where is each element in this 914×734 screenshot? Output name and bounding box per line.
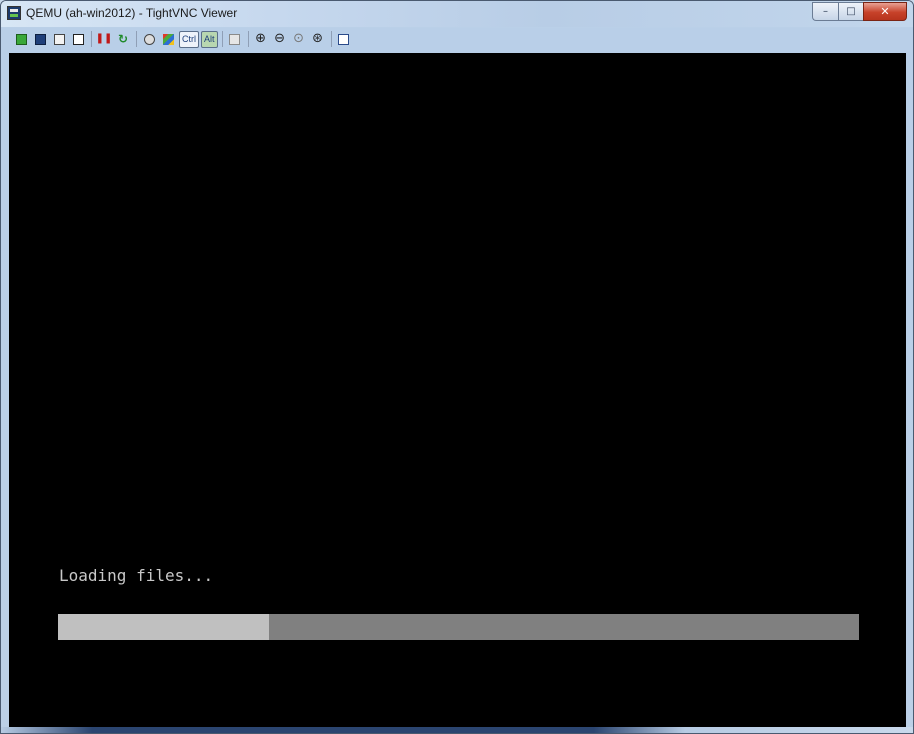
remote-desktop-screen[interactable]: Loading files...	[9, 53, 906, 729]
toolbar-separator	[247, 31, 249, 47]
pause-icon[interactable]: ❚❚	[96, 31, 113, 47]
loading-progress-bar	[58, 614, 859, 640]
zoom-in-icon[interactable]: ⊕	[253, 31, 269, 47]
toolbar-separator	[330, 31, 332, 47]
refresh-icon[interactable]: ↻	[115, 31, 131, 47]
zoom-out-icon[interactable]: ⊖	[272, 31, 288, 47]
alt-key-button[interactable]: Alt	[201, 30, 218, 48]
window-bottom-edge	[1, 727, 913, 733]
title-bar[interactable]: QEMU (ah-win2012) - TightVNC Viewer – □ …	[1, 1, 913, 27]
vnc-viewer-window: QEMU (ah-win2012) - TightVNC Viewer – □ …	[0, 0, 914, 734]
maximize-icon: □	[846, 6, 856, 17]
new-connection-icon[interactable]	[13, 31, 29, 47]
loading-progress-fill	[58, 614, 269, 640]
maximize-button[interactable]: □	[838, 2, 863, 21]
save-icon[interactable]	[32, 31, 48, 47]
close-button[interactable]: ✕	[863, 2, 907, 21]
transfer-files-icon[interactable]	[227, 31, 243, 47]
close-icon: ✕	[880, 5, 890, 18]
loading-status-text: Loading files...	[59, 566, 214, 585]
caption-buttons: – □ ✕	[812, 2, 907, 21]
win-key-icon[interactable]	[160, 31, 176, 47]
fullscreen-icon[interactable]	[336, 31, 352, 47]
toolbar-separator	[136, 31, 137, 47]
toolbar: ❚❚ ↻ Ctrl Alt ⊕ ⊖ ⊙ ⊛	[5, 28, 909, 50]
ctrl-key-button[interactable]: Ctrl	[179, 30, 199, 48]
minimize-button[interactable]: –	[812, 2, 838, 21]
options-icon[interactable]	[51, 31, 67, 47]
toolbar-separator	[91, 31, 92, 47]
zoom-100-icon[interactable]: ⊙	[291, 31, 307, 47]
toolbar-separator	[221, 31, 223, 47]
tightvnc-app-icon[interactable]	[7, 6, 21, 20]
minimize-icon: –	[823, 6, 828, 17]
connection-info-icon[interactable]	[70, 31, 86, 47]
window-title: QEMU (ah-win2012) - TightVNC Viewer	[26, 6, 238, 20]
ctrl-alt-del-icon[interactable]	[141, 31, 157, 47]
zoom-auto-icon[interactable]: ⊛	[310, 31, 326, 47]
